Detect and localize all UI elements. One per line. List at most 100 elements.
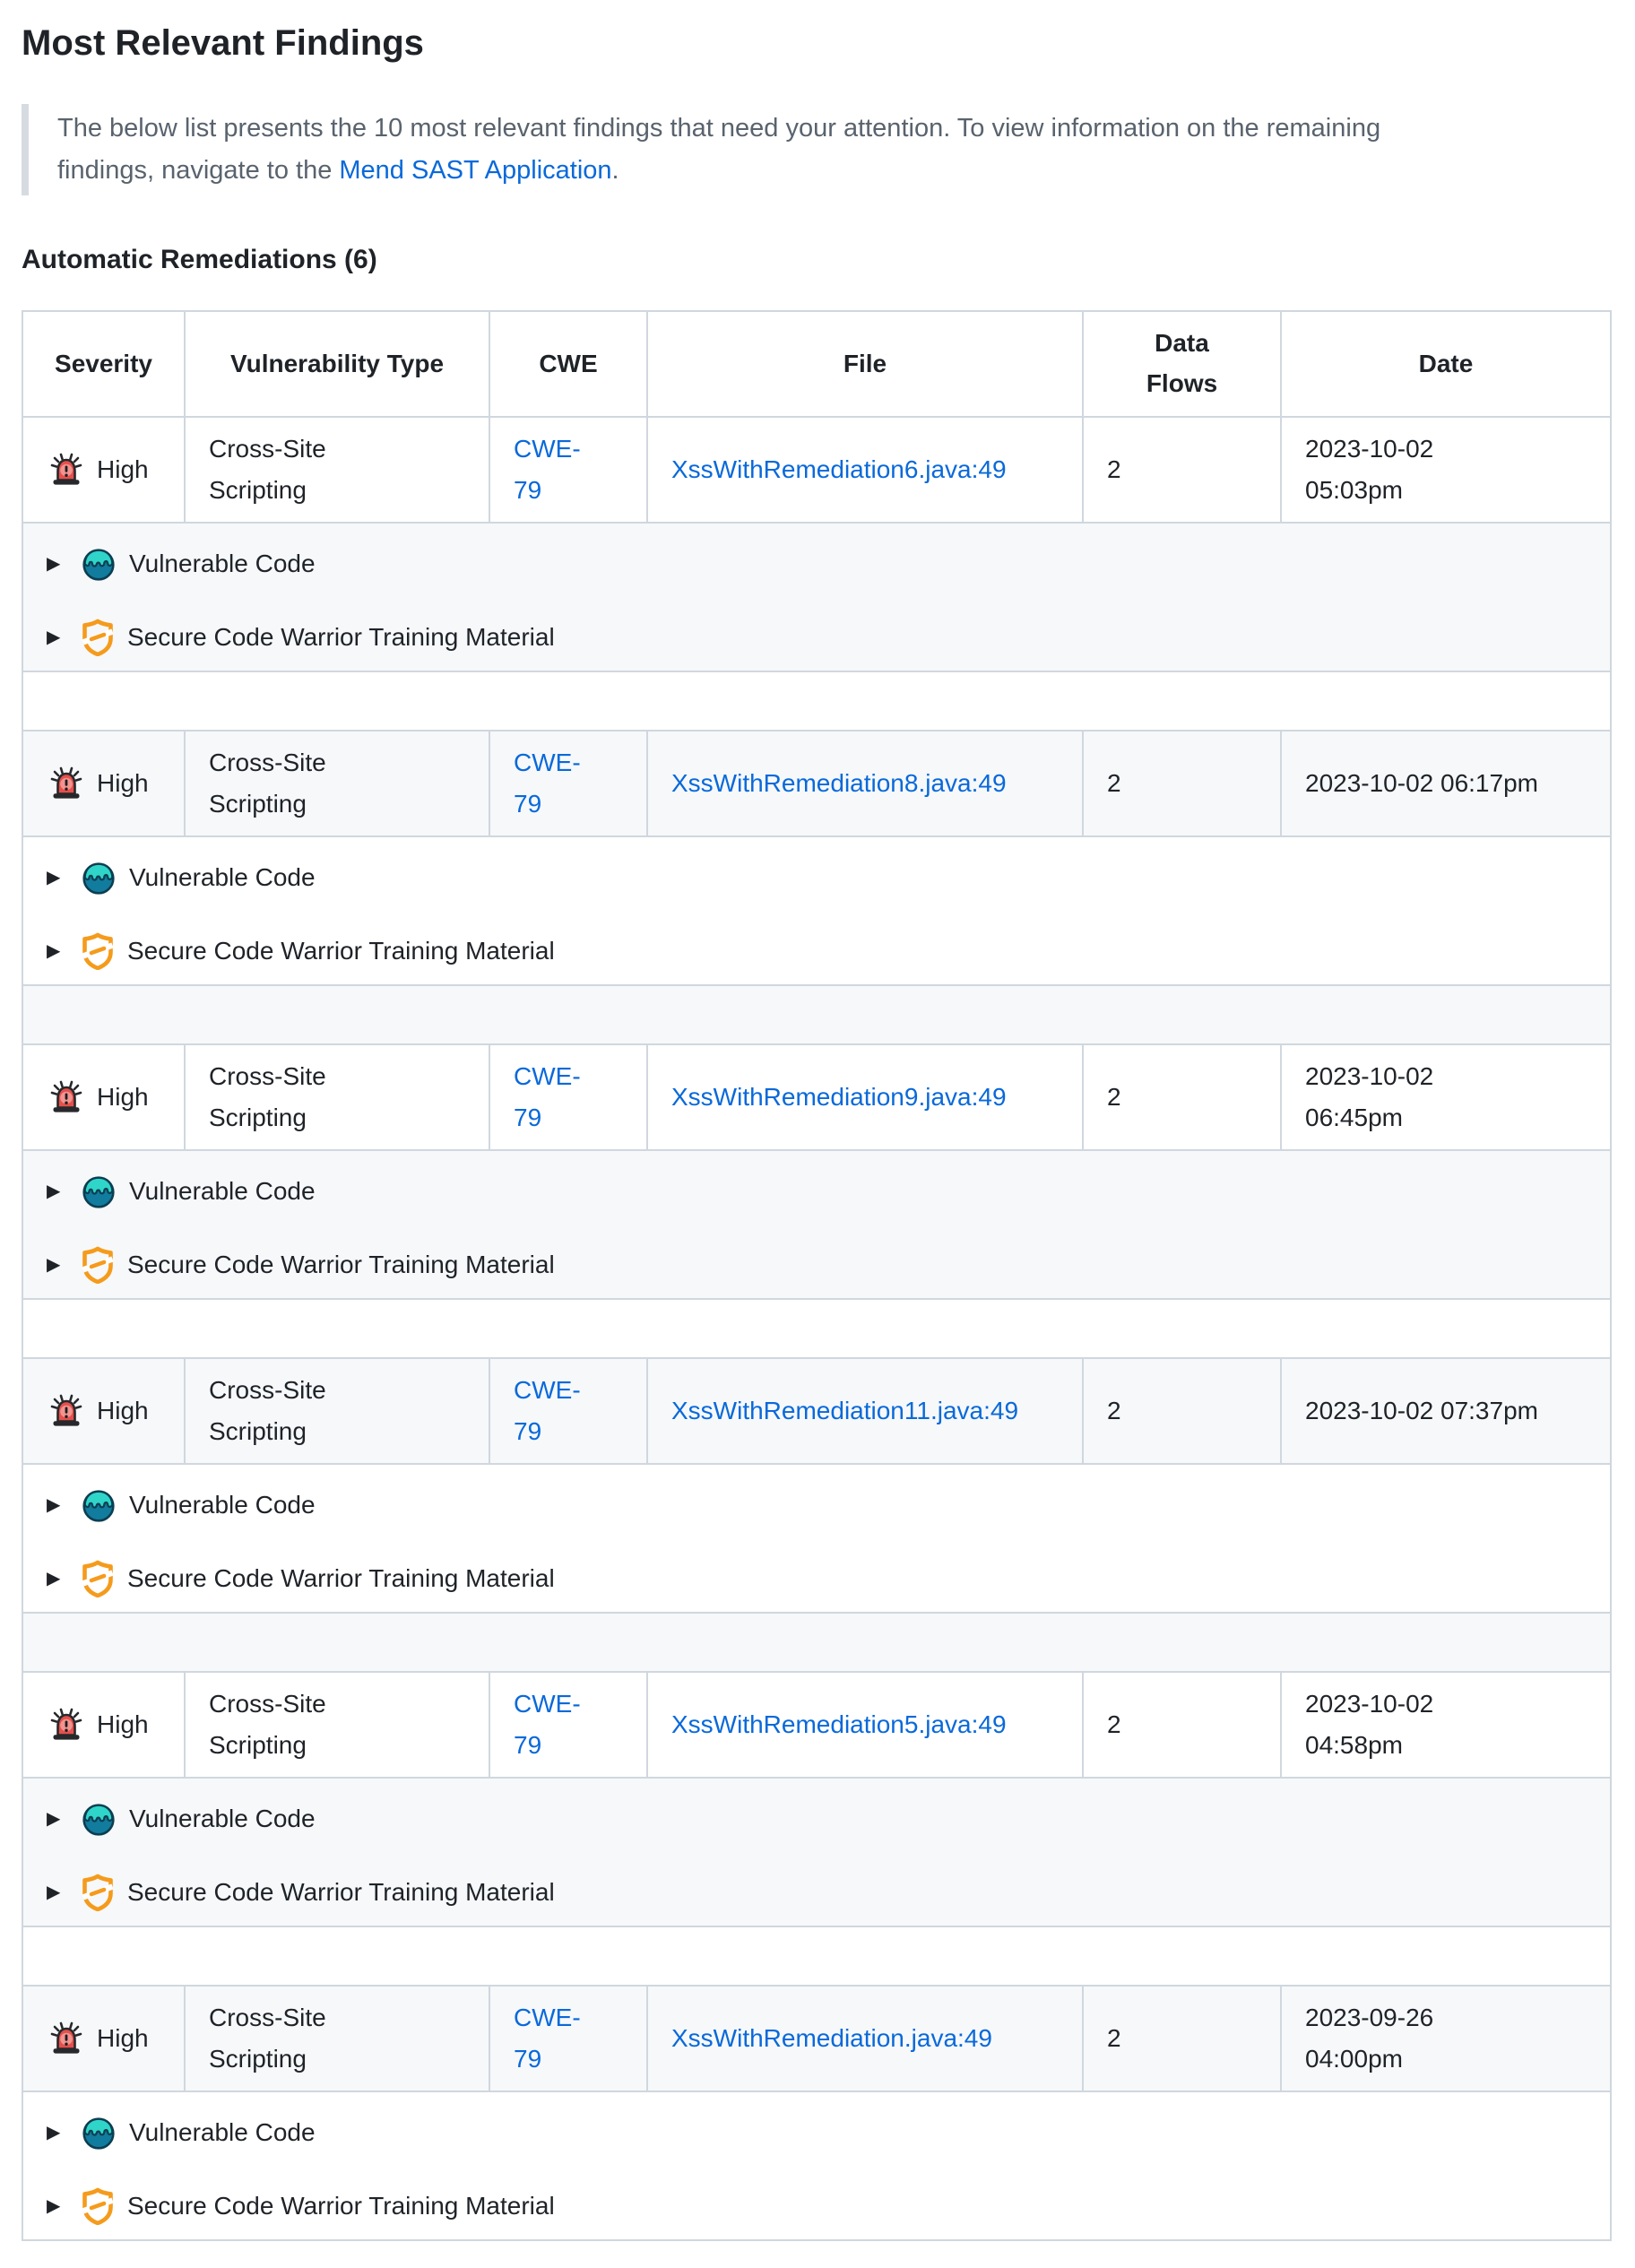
col-header-vulnerability-type: Vulnerability Type — [185, 311, 489, 417]
cwe-cell: CWE-79 — [489, 1358, 647, 1464]
file-link[interactable]: XssWithRemediation11.java:49 — [671, 1397, 1018, 1424]
finding-row: HighCross-Site ScriptingCWE-79XssWithRem… — [22, 1044, 1611, 1150]
finding-row: High Cross-Site Scripting CWE-79 XssWithRem… — [22, 731, 1611, 836]
data-flows-value: 2 — [1107, 449, 1121, 490]
cwe-link[interactable]: CWE-79 — [514, 428, 596, 511]
date-value: 2023-10-02 05:03pm — [1305, 428, 1433, 511]
data-flows-cell: 2 — [1083, 1044, 1281, 1150]
data-flows-cell: 2 — [1083, 1672, 1281, 1778]
intro-text-after: . — [612, 156, 619, 185]
col-header-file: File — [647, 311, 1083, 417]
severity-cell: High — [22, 1358, 185, 1464]
data-flows-value: 2 — [1107, 763, 1121, 804]
finding-details-cell: ▶Vulnerable Code ▶Secure Code Warrior Tra… — [22, 523, 1611, 671]
secure-code-warrior-toggle[interactable]: ▶Secure Code Warrior Training Material — [47, 617, 1587, 658]
vulnerable-code-toggle[interactable]: ▶Vulnerable Code — [47, 857, 1587, 898]
vulnerable-code-label: Vulnerable Code — [129, 1171, 316, 1212]
spacer-cell — [22, 985, 1611, 1044]
vulnerable-code-toggle[interactable]: ▶Vulnerable Code — [47, 2112, 1587, 2153]
secure-code-warrior-label: Secure Code Warrior Training Material — [127, 1244, 555, 1285]
vulnerable-code-toggle[interactable]: ▶Vulnerable Code — [47, 1798, 1587, 1840]
file-cell: XssWithRemediation9.java:49 — [647, 1044, 1083, 1150]
triangle-right-icon: ▶ — [47, 1485, 68, 1526]
spacer-cell — [22, 1926, 1611, 1986]
secure-code-warrior-toggle[interactable]: ▶Secure Code Warrior Training Material — [47, 2186, 1587, 2227]
spacer-row — [22, 1299, 1611, 1358]
vulnerability-type-cell: Cross-Site Scripting — [185, 731, 489, 836]
finding-row: High Cross-Site Scripting CWE-79 XssWithRem… — [22, 1672, 1611, 1778]
date-value: 2023-09-26 04:00pm — [1305, 1997, 1433, 2080]
vulnerable-code-toggle[interactable]: ▶Vulnerable Code — [47, 1171, 1587, 1212]
date-cell: 2023-09-26 04:00pm — [1281, 1986, 1611, 2091]
file-cell: XssWithRemediation6.java:49 — [647, 417, 1083, 523]
data-flows-value: 2 — [1107, 1704, 1121, 1745]
triangle-right-icon: ▶ — [47, 1244, 68, 1285]
vulnerable-code-toggle[interactable]: ▶Vulnerable Code — [47, 1485, 1587, 1526]
siren-icon — [47, 2019, 86, 2058]
intro-text-before: The below list presents the 10 most rele… — [57, 114, 1380, 185]
vulnerable-code-label: Vulnerable Code — [129, 857, 316, 898]
file-link[interactable]: XssWithRemediation6.java:49 — [671, 455, 1007, 483]
vulnerability-type-cell: Cross-Site Scripting — [185, 1672, 489, 1778]
cwe-link[interactable]: CWE-79 — [514, 742, 596, 825]
severity-label: High — [97, 1704, 149, 1745]
spacer-row — [22, 1926, 1611, 1986]
finding-row: HighCross-Site ScriptingCWE-79XssWithRem… — [22, 1358, 1611, 1464]
vulnerability-type-label: Cross-Site Scripting — [209, 1684, 401, 1766]
finding-details-row: ▶Vulnerable Code▶Secure Code Warrior Tra… — [22, 1464, 1611, 1613]
vulnerability-type-cell: Cross-Site Scripting — [185, 1044, 489, 1150]
scw-shield-icon — [81, 1246, 115, 1284]
file-link[interactable]: XssWithRemediation5.java:49 — [671, 1710, 1007, 1738]
secure-code-warrior-label: Secure Code Warrior Training Material — [127, 1872, 555, 1913]
col-header-severity: Severity — [22, 311, 185, 417]
secure-code-warrior-toggle[interactable]: ▶Secure Code Warrior Training Material — [47, 1558, 1587, 1599]
finding-details-row: ▶Vulnerable Code ▶ Secure Code Warrior Tra… — [22, 1778, 1611, 1926]
intro-blockquote: The below list presents the 10 most rele… — [22, 104, 1466, 195]
cwe-cell: CWE-79 — [489, 1672, 647, 1778]
vulnerable-code-icon — [81, 1173, 117, 1209]
severity-label: High — [97, 449, 149, 490]
vulnerability-type-label: Cross-Site Scripting — [209, 1056, 401, 1138]
vulnerable-code-icon — [81, 1487, 117, 1523]
cwe-link[interactable]: CWE-79 — [514, 1370, 596, 1452]
mend-sast-application-link[interactable]: Mend SAST Application — [339, 156, 611, 185]
triangle-right-icon: ▶ — [47, 543, 68, 584]
triangle-right-icon: ▶ — [47, 931, 68, 972]
secure-code-warrior-toggle[interactable]: ▶ Secure Code Warrior Training Material — [47, 1872, 1587, 1913]
col-header-cwe: CWE — [489, 311, 647, 417]
file-link[interactable]: XssWithRemediation9.java:49 — [671, 1083, 1007, 1111]
secure-code-warrior-toggle[interactable]: ▶ Secure Code Warrior Training Material — [47, 1244, 1587, 1285]
vulnerable-code-toggle[interactable]: ▶Vulnerable Code — [47, 543, 1587, 584]
date-cell: 2023-10-02 07:37pm — [1281, 1358, 1611, 1464]
triangle-right-icon: ▶ — [47, 2186, 68, 2227]
severity-label: High — [97, 763, 149, 804]
cwe-link[interactable]: CWE-79 — [514, 1056, 596, 1138]
finding-row: HighCross-Site ScriptingCWE-79XssWithRem… — [22, 1986, 1611, 2091]
file-cell: XssWithRemediation.java:49 — [647, 1986, 1083, 2091]
scw-shield-icon — [81, 1874, 115, 1911]
scw-shield-icon — [81, 619, 115, 656]
finding-details-row: ▶Vulnerable Code▶Secure Code Warrior Tra… — [22, 836, 1611, 985]
triangle-right-icon: ▶ — [47, 1872, 68, 1913]
vulnerable-code-icon — [81, 546, 117, 582]
secure-code-warrior-toggle[interactable]: ▶Secure Code Warrior Training Material — [47, 931, 1587, 972]
severity-cell: High — [22, 417, 185, 523]
file-link[interactable]: XssWithRemediation8.java:49 — [671, 769, 1007, 797]
finding-details-row: ▶Vulnerable Code ▶ Secure Code Warrior Tra… — [22, 1150, 1611, 1299]
severity-cell: High — [22, 731, 185, 836]
cwe-link[interactable]: CWE-79 — [514, 1684, 596, 1766]
finding-details-row: ▶Vulnerable Code ▶Secure Code Warrior Tra… — [22, 523, 1611, 671]
cwe-link[interactable]: CWE-79 — [514, 1997, 596, 2080]
cwe-cell: CWE-79 — [489, 417, 647, 523]
siren-icon — [47, 450, 86, 489]
automatic-remediations-heading: Automatic Remediations (6) — [22, 238, 1613, 281]
date-value: 2023-10-02 04:58pm — [1305, 1684, 1433, 1766]
file-link[interactable]: XssWithRemediation.java:49 — [671, 2024, 992, 2052]
cwe-cell: CWE-79 — [489, 1986, 647, 2091]
date-cell: 2023-10-02 05:03pm — [1281, 417, 1611, 523]
secure-code-warrior-label: Secure Code Warrior Training Material — [127, 1558, 555, 1599]
date-value: 2023-10-02 07:37pm — [1305, 1390, 1538, 1432]
report-page: Most Relevant Findings The below list pr… — [0, 0, 1635, 2268]
header-row: Severity Vulnerability Type CWE File Dat… — [22, 311, 1611, 417]
finding-details-row: ▶Vulnerable Code ▶Secure Code Warrior Tra… — [22, 2091, 1611, 2240]
